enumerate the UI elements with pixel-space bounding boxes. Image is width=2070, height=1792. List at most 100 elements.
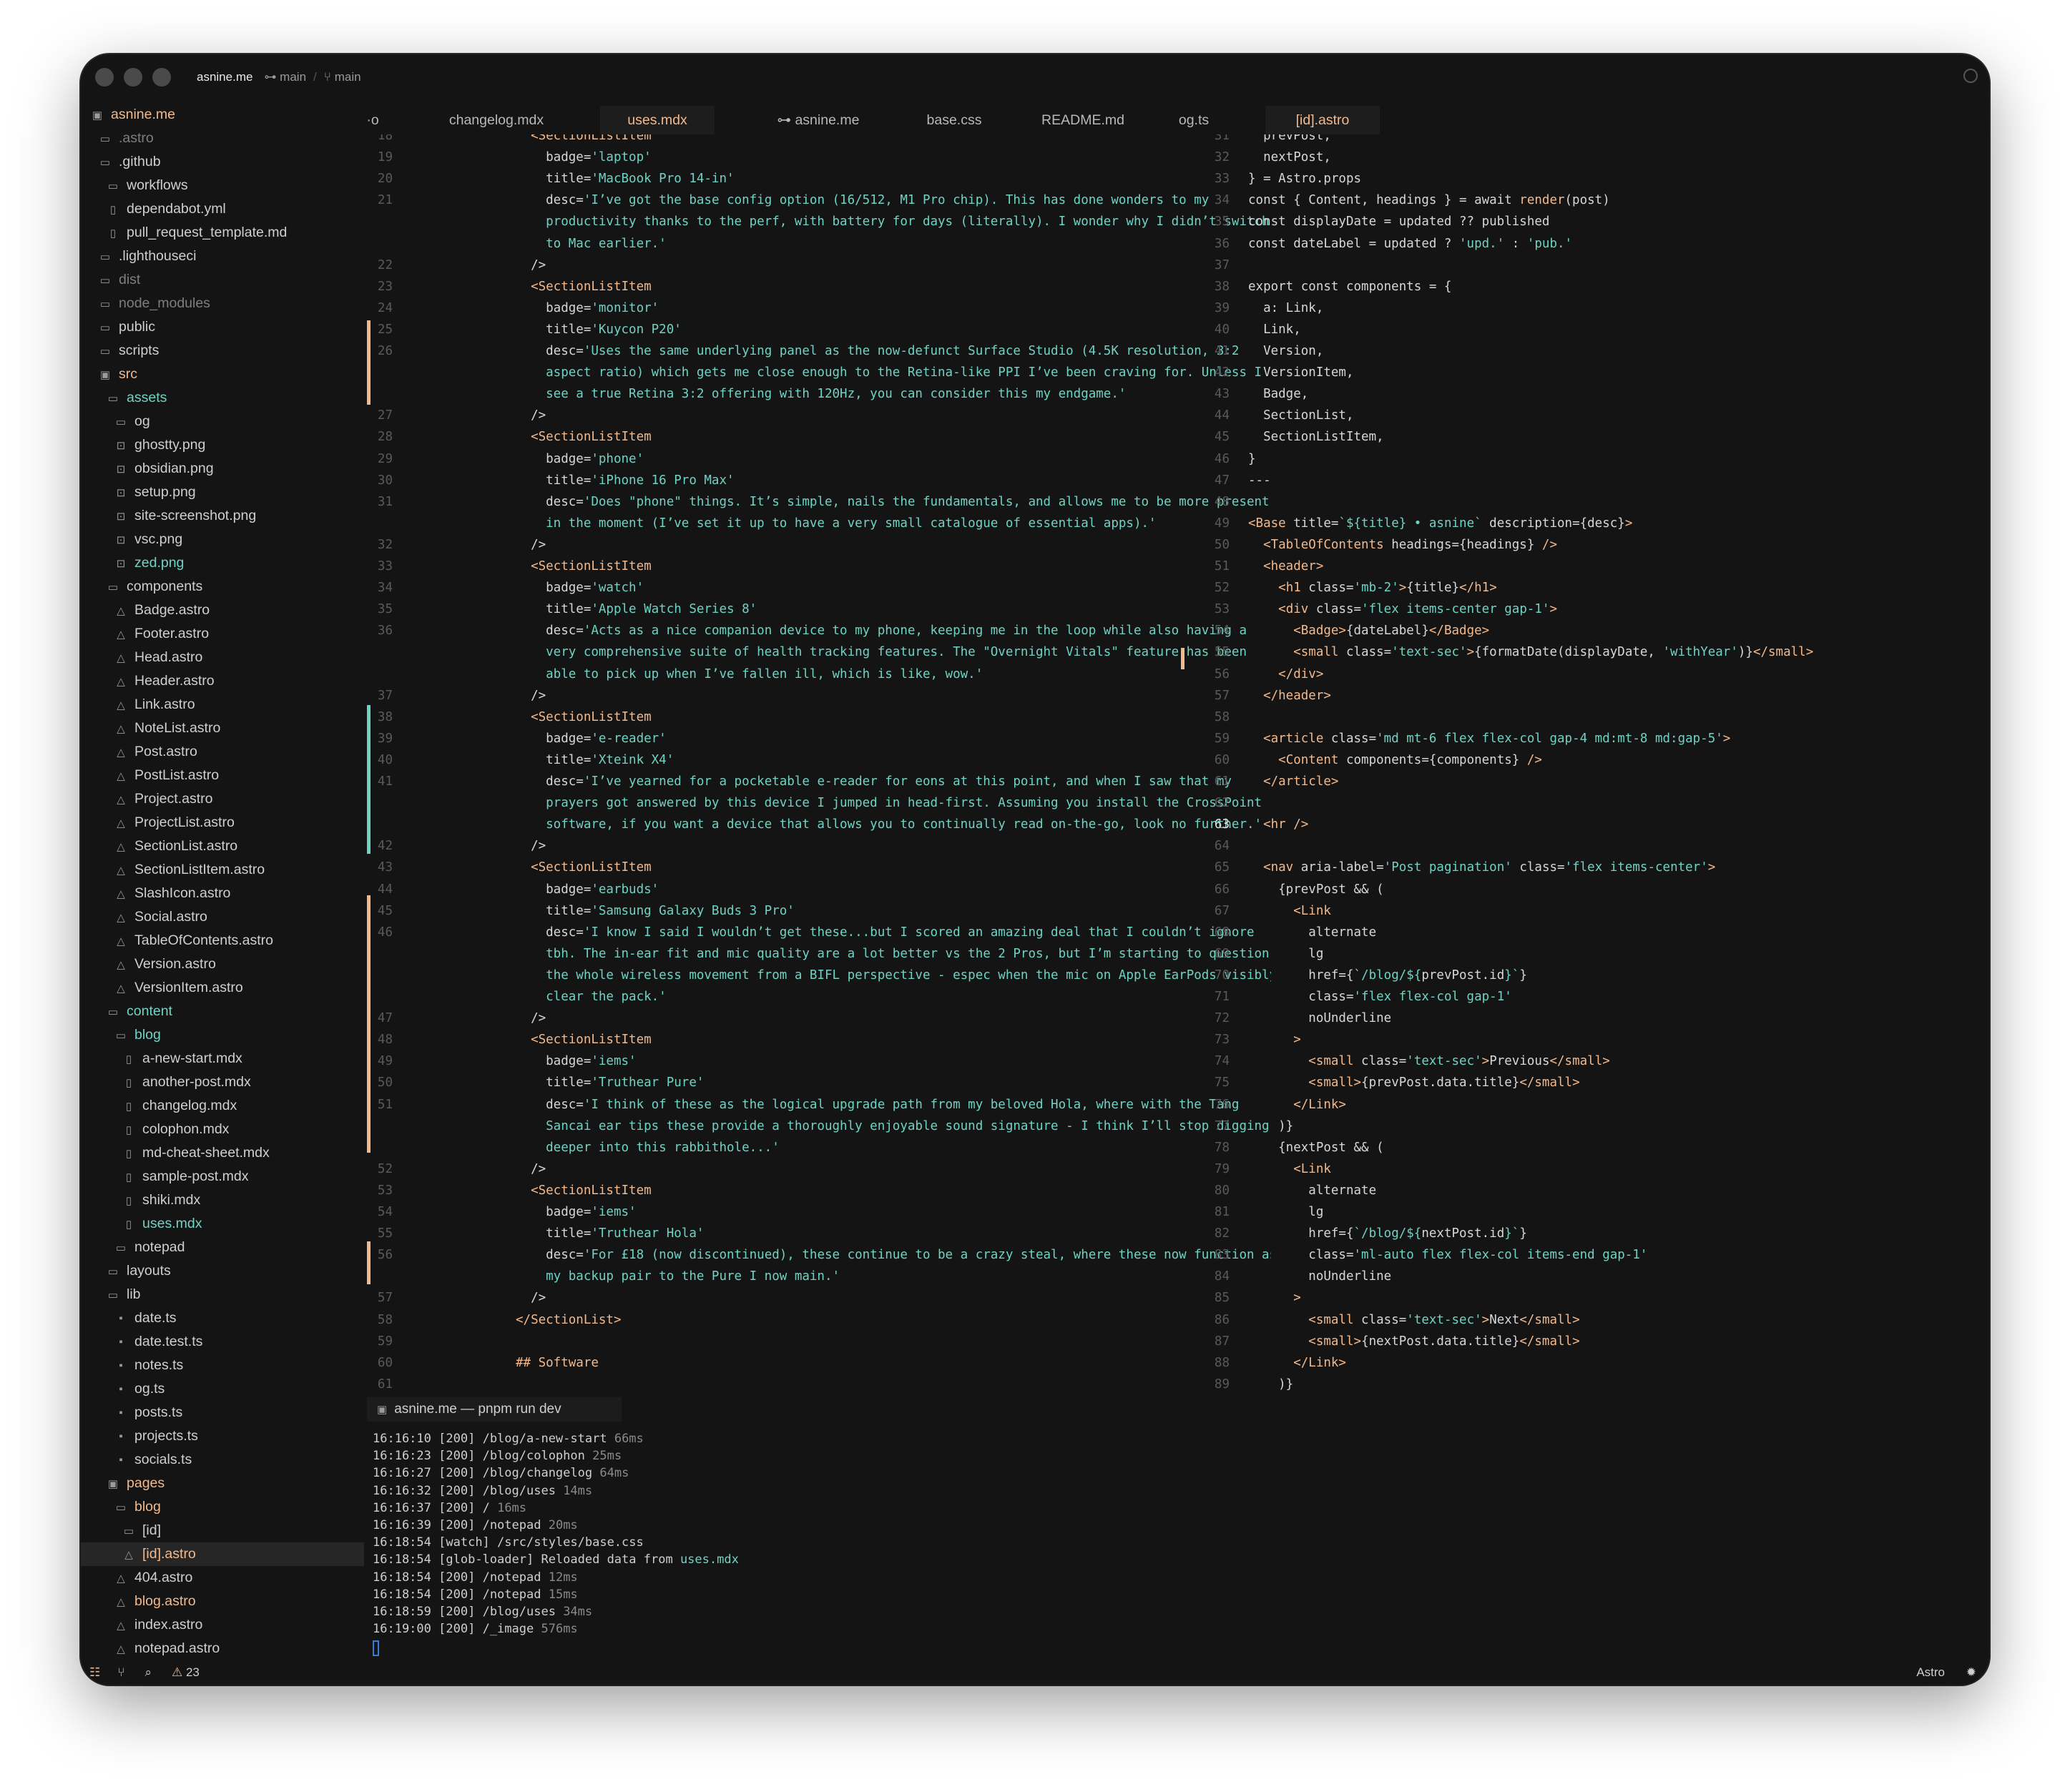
tree-item-another-post-mdx[interactable]: ▯ another-post.mdx (81, 1070, 364, 1094)
tree-item-header-astro[interactable]: △ Header.astro (81, 669, 364, 693)
tree-item-workflows[interactable]: ▭ workflows (81, 174, 364, 197)
terminal-output[interactable]: 16:16:10 [200] /blog/a-new-start 66ms 16… (373, 1432, 1016, 1646)
tree-item-site-screenshot-png[interactable]: ⊡ site-screenshot.png (81, 504, 364, 528)
terminal-line: 16:18:54 [watch] /src/styles/base.css (373, 1535, 651, 1552)
tab-readme-md[interactable]: README.md (1022, 106, 1144, 134)
tree-item-projects-ts[interactable]: ▪ projects.ts (81, 1424, 364, 1448)
tree-item-md-cheat-sheet-mdx[interactable]: ▯ md-cheat-sheet.mdx (81, 1141, 364, 1165)
tree-item-project-astro[interactable]: △ Project.astro (81, 787, 364, 811)
tree-item-link-astro[interactable]: △ Link.astro (81, 693, 364, 717)
tab-o[interactable]: ·o (364, 106, 381, 134)
git-panel-icon[interactable]: ⑂ (117, 1665, 124, 1680)
language-selector[interactable]: Astro (1916, 1665, 1945, 1680)
tree-item-postlist-astro[interactable]: △ PostList.astro (81, 764, 364, 787)
project-name[interactable]: asnine.me (197, 70, 252, 84)
tree-item-vsc-png[interactable]: ⊡ vsc.png (81, 528, 364, 551)
terminal-time: 16:16:27 (373, 1466, 431, 1481)
tree-item-astro[interactable]: ▭ .astro (81, 127, 364, 150)
close-window-button[interactable] (95, 68, 114, 87)
diagnostics-button[interactable]: ⚠ 23 (172, 1665, 200, 1680)
code-line: /> (516, 1291, 546, 1306)
tree-item-og-ts[interactable]: ▪ og.ts (81, 1377, 364, 1401)
tree-item-colophon-mdx[interactable]: ▯ colophon.mdx (81, 1118, 364, 1141)
tree-item-date-ts[interactable]: ▪ date.ts (81, 1306, 364, 1330)
tree-item-notepad[interactable]: ▭ notepad (81, 1236, 364, 1259)
tree-item-slashicon-astro[interactable]: △ SlashIcon.astro (81, 882, 364, 905)
tree-item-pull-request-template-md[interactable]: ▯ pull_request_template.md (81, 221, 364, 245)
tree-item-blog-astro[interactable]: △ blog.astro (81, 1590, 364, 1613)
tab-id-astro[interactable]: [id].astro (1265, 106, 1380, 134)
tree-item-404-astro[interactable]: △ 404.astro (81, 1566, 364, 1590)
tree-item-badge-astro[interactable]: △ Badge.astro (81, 599, 364, 622)
tree-item-layouts[interactable]: ▭ layouts (81, 1259, 364, 1283)
minimize-window-button[interactable] (124, 68, 142, 87)
code-line: title='iPhone 16 Pro Max' (516, 473, 735, 488)
tree-item-setup-png[interactable]: ⊡ setup.png (81, 481, 364, 504)
file-icon: ▪ (119, 1454, 123, 1466)
tree-item-public[interactable]: ▭ public (81, 315, 364, 339)
tree-item-changelog-mdx[interactable]: ▯ changelog.mdx (81, 1094, 364, 1118)
tree-item-pages[interactable]: ▣ pages (81, 1472, 364, 1495)
tree-item-index-astro[interactable]: △ index.astro (81, 1613, 364, 1637)
tree-item-github[interactable]: ▭ .github (81, 150, 364, 174)
tree-item-label: uses.mdx (142, 1216, 202, 1231)
tree-item-head-astro[interactable]: △ Head.astro (81, 646, 364, 669)
tree-item-id-astro[interactable]: △ [id].astro (81, 1542, 364, 1566)
tree-item-footer-astro[interactable]: △ Footer.astro (81, 622, 364, 646)
tree-item-post-astro[interactable]: △ Post.astro (81, 740, 364, 764)
tab-base-css[interactable]: base.css (908, 106, 1001, 134)
tree-item-lighthouseci[interactable]: ▭ .lighthouseci (81, 245, 364, 268)
tree-item-obsidian-png[interactable]: ⊡ obsidian.png (81, 457, 364, 481)
tab-asnine-me[interactable]: ⊶ asnine.me (757, 106, 879, 134)
tree-item-version-astro[interactable]: △ Version.astro (81, 952, 364, 976)
tree-item-uses-mdx[interactable]: ▯ uses.mdx (81, 1212, 364, 1236)
tree-item-tableofcontents-astro[interactable]: △ TableOfContents.astro (81, 929, 364, 952)
tree-item-notelist-astro[interactable]: △ NoteList.astro (81, 717, 364, 740)
tree-item-notes-ts[interactable]: ▪ notes.ts (81, 1354, 364, 1377)
tree-item-a-new-start-mdx[interactable]: ▯ a-new-start.mdx (81, 1047, 364, 1070)
zoom-window-button[interactable] (152, 68, 171, 87)
tab-changelog-mdx[interactable]: changelog.mdx (436, 106, 557, 134)
branch-menu-secondary[interactable]: ⑂ main (324, 70, 361, 84)
tree-item-date-test-ts[interactable]: ▪ date.test.ts (81, 1330, 364, 1354)
editor-pane-uses-mdx[interactable]: 18 <SectionListItem 19 badge='laptop' 20 t… (370, 134, 1271, 1450)
tree-item-asnine-me[interactable]: ▣ asnine.me (81, 103, 364, 127)
tree-item-sample-post-mdx[interactable]: ▯ sample-post.mdx (81, 1165, 364, 1188)
tree-item-components[interactable]: ▭ components (81, 575, 364, 599)
tree-item-sectionlist-astro[interactable]: △ SectionList.astro (81, 835, 364, 858)
bug-icon[interactable]: ✹ (1966, 1665, 1976, 1680)
tree-item-projectlist-astro[interactable]: △ ProjectList.astro (81, 811, 364, 835)
editor-pane-id-astro[interactable]: 31 prevPost, 32 nextPost, 33} = Astro.prop… (1194, 134, 1981, 1479)
tree-item-label: .lighthouseci (119, 248, 197, 264)
tree-item-posts-ts[interactable]: ▪ posts.ts (81, 1401, 364, 1424)
tree-item-social-astro[interactable]: △ Social.astro (81, 905, 364, 929)
tree-item-scripts[interactable]: ▭ scripts (81, 339, 364, 363)
tree-item-sectionlistitem-astro[interactable]: △ SectionListItem.astro (81, 858, 364, 882)
tree-item-id[interactable]: ▭ [id] (81, 1519, 364, 1542)
search-icon[interactable]: ⌕ (144, 1665, 152, 1680)
tree-item-og[interactable]: ▭ og (81, 410, 364, 433)
tab-uses-mdx[interactable]: uses.mdx (600, 106, 715, 134)
code-line: alternate (1248, 925, 1377, 940)
branch-menu[interactable]: ⊶ main (264, 70, 306, 84)
tree-item-shiki-mdx[interactable]: ▯ shiki.mdx (81, 1188, 364, 1212)
tree-item-node-modules[interactable]: ▭ node_modules (81, 292, 364, 315)
terminal-tab[interactable]: ▣ asnine.me — pnpm run dev (367, 1397, 622, 1422)
tree-item-src[interactable]: ▣ src (81, 363, 364, 386)
tree-item-notepad-astro[interactable]: △ notepad.astro (81, 1637, 364, 1660)
tab-og-ts[interactable]: og.ts (1165, 106, 1222, 134)
user-menu-icon[interactable] (1963, 69, 1978, 83)
tree-item-ghostty-png[interactable]: ⊡ ghostty.png (81, 433, 364, 457)
tree-item-socials-ts[interactable]: ▪ socials.ts (81, 1448, 364, 1472)
tree-item-zed-png[interactable]: ⊡ zed.png (81, 551, 364, 575)
tree-item-assets[interactable]: ▭ assets (81, 386, 364, 410)
tree-item-blog[interactable]: ▭ blog (81, 1495, 364, 1519)
tree-item-versionitem-astro[interactable]: △ VersionItem.astro (81, 976, 364, 1000)
tree-item-content[interactable]: ▭ content (81, 1000, 364, 1023)
project-panel-toggle-icon[interactable]: ☷ (89, 1665, 100, 1680)
tree-item-blog[interactable]: ▭ blog (81, 1023, 364, 1047)
tree-item-lib[interactable]: ▭ lib (81, 1283, 364, 1306)
code-line: Badge, (1248, 387, 1309, 402)
tree-item-dist[interactable]: ▭ dist (81, 268, 364, 292)
tree-item-dependabot-yml[interactable]: ▯ dependabot.yml (81, 197, 364, 221)
